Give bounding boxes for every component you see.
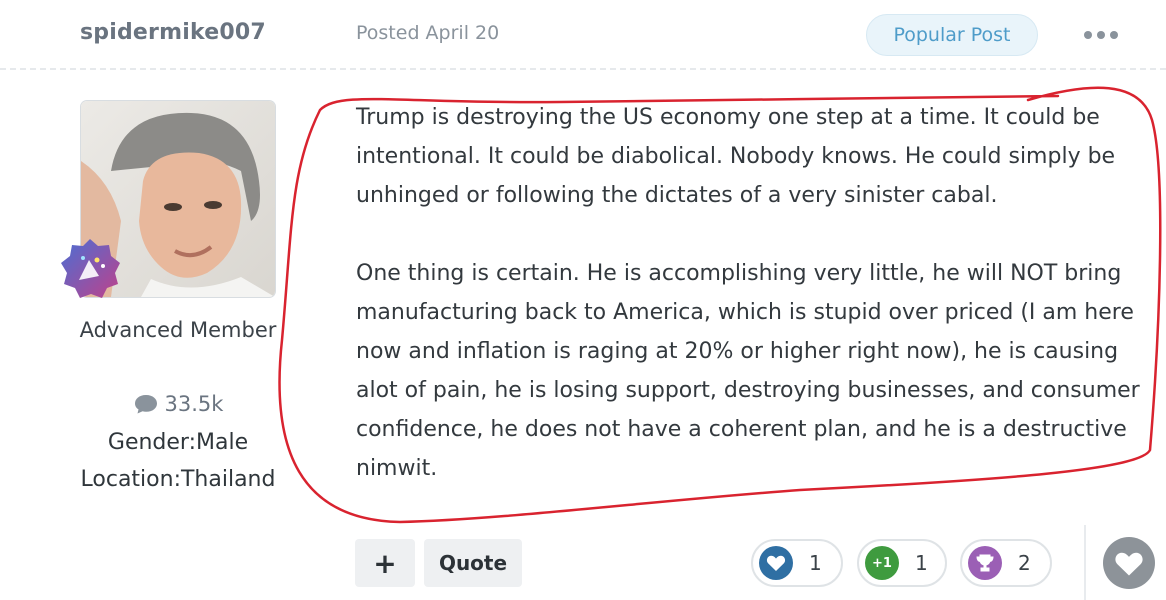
post-paragraph: Trump is destroying the US economy one s… [356,105,1116,208]
reaction-count: 2 [1018,551,1031,575]
speech-bubble-icon [134,395,157,414]
heart-icon [1115,552,1143,575]
plus-one-icon: +1 [865,546,899,580]
post-paragraph: One thing is certain. He is accomplishin… [356,261,1140,481]
author-username[interactable]: spidermike007 [80,20,266,45]
reaction-count: 1 [809,551,822,575]
post-content: Trump is destroying the US economy one s… [356,98,1146,527]
post-count-value: 33.5k [164,392,224,416]
quote-button[interactable]: Quote [424,539,522,587]
rank-badge-icon[interactable] [57,236,123,302]
reaction-count: 1 [915,551,928,575]
more-dot [1110,31,1118,39]
trophy-icon [968,546,1002,580]
more-dot [1097,31,1105,39]
like-button[interactable] [1103,537,1155,589]
post-date[interactable]: Posted April 20 [356,22,499,44]
profile-field-location: Location:Thailand [80,467,276,492]
reaction-heart[interactable]: 1 [751,539,843,587]
more-dot [1084,31,1092,39]
divider [1084,525,1086,600]
reaction-trophy[interactable]: 2 [960,539,1052,587]
popular-post-badge: Popular Post [866,14,1038,56]
post-header: spidermike007 Posted April 20 Popular Po… [0,0,1166,70]
post-count[interactable]: 33.5k [0,392,356,416]
profile-field-gender: Gender:Male [107,430,249,455]
more-options-icon[interactable] [1084,28,1118,42]
reaction-plus-one[interactable]: +1 1 [857,539,947,587]
member-title: Advanced Member [79,318,277,342]
add-to-multiquote-button[interactable]: + [355,539,415,587]
heart-icon [759,546,793,580]
